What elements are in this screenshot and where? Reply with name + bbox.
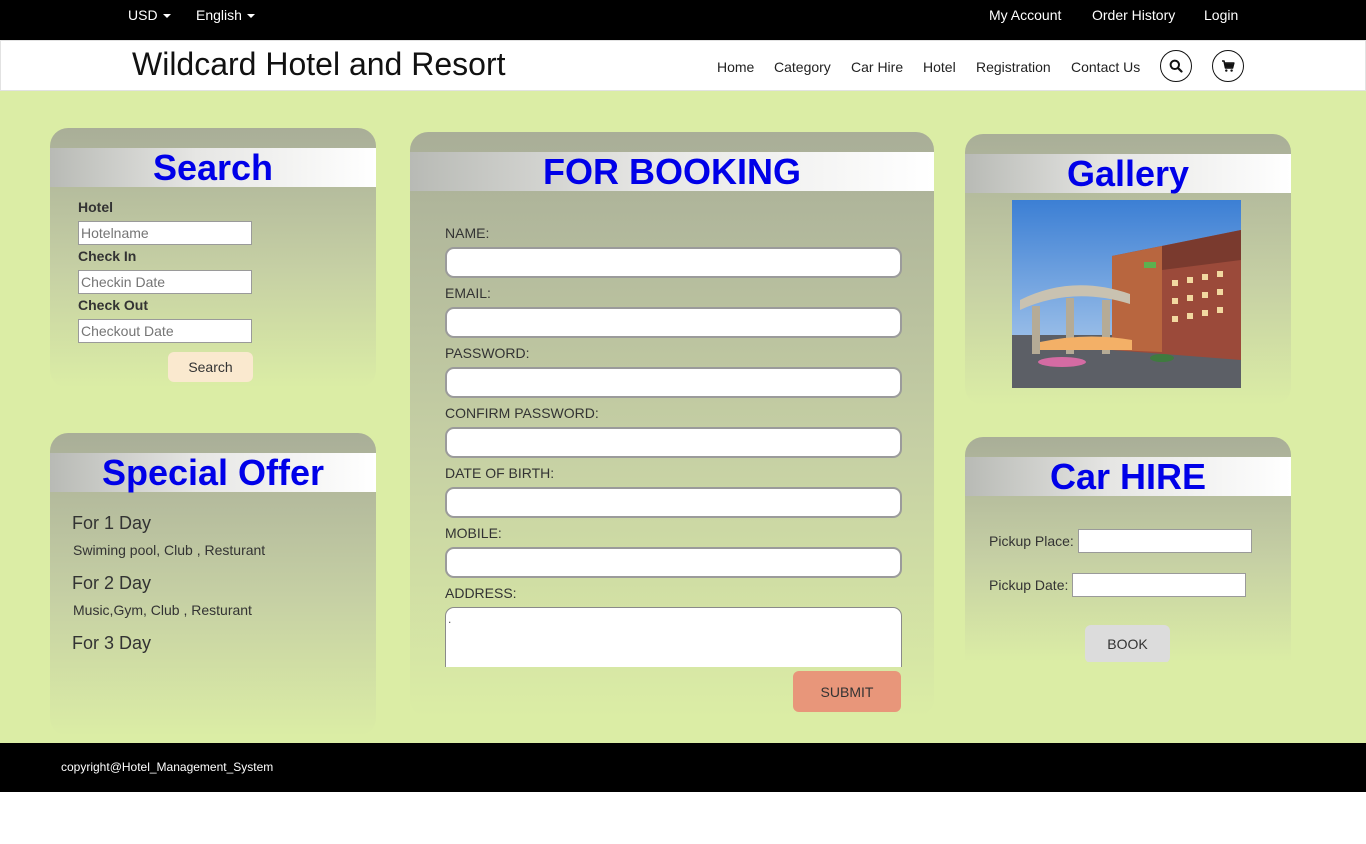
date-of-birth-input[interactable] (445, 487, 902, 518)
nav-category[interactable]: Category (774, 59, 831, 75)
site-header: Wildcard Hotel and Resort Home Category … (0, 40, 1366, 91)
special-offer-panel: Special Offer For 1 Day Swiming pool, Cl… (50, 433, 376, 736)
nav-registration[interactable]: Registration (976, 59, 1051, 75)
offer-heading: For 3 Day (72, 633, 152, 653)
nav-home[interactable]: Home (717, 59, 754, 75)
offer-heading: For 1 Day (72, 513, 152, 533)
login-link[interactable]: Login (1204, 7, 1238, 23)
check-in-label: Check In (78, 248, 137, 264)
brand-title[interactable]: Wildcard Hotel and Resort (132, 46, 505, 83)
search-panel-title: Search (50, 148, 376, 187)
pickup-place-label: Pickup Place: (989, 533, 1074, 549)
email-input[interactable] (445, 307, 902, 338)
nav-car-hire[interactable]: Car Hire (851, 59, 903, 75)
nav-contact-us[interactable]: Contact Us (1071, 59, 1140, 75)
copyright-text: copyright@Hotel_Management_System (61, 760, 274, 774)
hotel-name-input[interactable] (78, 221, 252, 245)
password-label: PASSWORD: (445, 345, 530, 361)
address-textarea[interactable]: . (445, 607, 902, 667)
cart-button[interactable] (1212, 50, 1244, 82)
caret-down-icon (246, 14, 255, 19)
pickup-date-input[interactable] (1072, 573, 1246, 597)
mobile-label: MOBILE: (445, 525, 502, 541)
booking-panel: FOR BOOKING NAME: EMAIL: PASSWORD: CONFI… (410, 132, 934, 717)
language-label: English (196, 7, 242, 23)
name-label: NAME: (445, 225, 490, 241)
hotel-label: Hotel (78, 199, 113, 215)
search-button[interactable] (1160, 50, 1192, 82)
car-hire-title: Car HIRE (965, 457, 1291, 496)
site-footer: copyright@Hotel_Management_System (0, 743, 1366, 792)
email-label: EMAIL: (445, 285, 491, 301)
password-input[interactable] (445, 367, 902, 398)
search-icon (1169, 59, 1183, 73)
confirm-password-label: CONFIRM PASSWORD: (445, 405, 599, 421)
nav-hotel[interactable]: Hotel (923, 59, 956, 75)
search-submit-button[interactable]: Search (168, 352, 253, 382)
check-out-label: Check Out (78, 297, 149, 313)
order-history-link[interactable]: Order History (1092, 7, 1175, 23)
submit-button[interactable]: SUBMIT (793, 671, 901, 712)
pickup-date-label: Pickup Date: (989, 577, 1069, 593)
checkin-date-input[interactable] (78, 270, 252, 294)
hotel-photo[interactable] (1012, 200, 1241, 388)
main-content: Search Hotel Check In Check Out Search S… (0, 91, 1366, 743)
search-panel: Search Hotel Check In Check Out Search (50, 128, 376, 388)
car-hire-panel: Car HIRE Pickup Place: Pickup Date: BOOK (965, 437, 1291, 662)
booking-title: FOR BOOKING (410, 152, 934, 191)
my-account-link[interactable]: My Account (989, 7, 1061, 23)
offer-detail: Music,Gym, Club , Resturant (73, 602, 252, 618)
date-of-birth-label: DATE OF BIRTH: (445, 465, 555, 481)
offer-detail: Swiming pool, Club , Resturant (73, 542, 266, 558)
caret-down-icon (162, 14, 171, 19)
book-button[interactable]: BOOK (1085, 625, 1170, 662)
gallery-title: Gallery (965, 154, 1291, 193)
confirm-password-input[interactable] (445, 427, 902, 458)
pickup-place-input[interactable] (1078, 529, 1252, 553)
cart-icon (1222, 60, 1235, 72)
checkout-date-input[interactable] (78, 319, 252, 343)
top-bar: USD English My Account Order History Log… (0, 0, 1366, 40)
currency-label: USD (128, 7, 158, 23)
offer-heading: For 2 Day (72, 573, 152, 593)
address-label: ADDRESS: (445, 585, 517, 601)
name-input[interactable] (445, 247, 902, 278)
gallery-panel: Gallery (965, 134, 1291, 405)
currency-dropdown[interactable]: USD (128, 7, 171, 23)
language-dropdown[interactable]: English (196, 7, 255, 23)
hotel-photo-illustration (1012, 200, 1241, 388)
mobile-input[interactable] (445, 547, 902, 578)
special-offer-title: Special Offer (50, 453, 376, 492)
